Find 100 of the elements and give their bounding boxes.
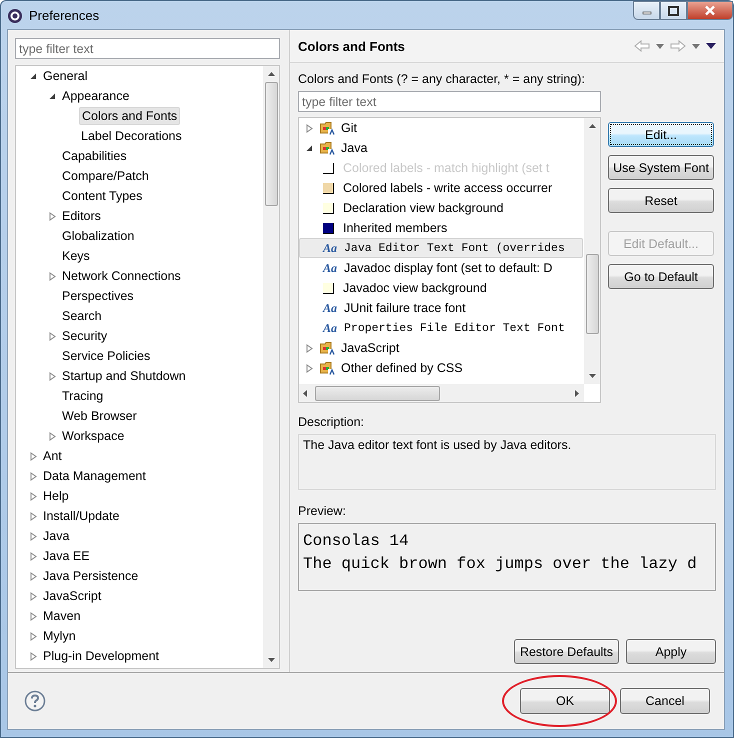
- side-button[interactable]: Reset: [608, 188, 714, 213]
- tree-item[interactable]: Mylyn: [41, 629, 78, 643]
- forward-arrow-icon[interactable]: [670, 40, 686, 52]
- scroll-thumb[interactable]: [315, 386, 440, 400]
- expand-arrow-icon[interactable]: [30, 572, 37, 580]
- scroll-left-icon[interactable]: [303, 390, 307, 396]
- side-button[interactable]: Edit...: [608, 122, 714, 147]
- dialog-button[interactable]: Cancel: [620, 688, 710, 714]
- expand-arrow-icon[interactable]: [49, 432, 56, 440]
- tree-item[interactable]: Startup and Shutdown: [60, 369, 188, 383]
- tree-item[interactable]: Perspectives: [60, 289, 136, 303]
- tree-item[interactable]: Install/Update: [41, 509, 122, 523]
- tree-item[interactable]: Label Decorations: [79, 129, 184, 143]
- back-arrow-icon[interactable]: [634, 40, 650, 52]
- page-title: Colors and Fonts: [298, 38, 405, 54]
- tree-item[interactable]: Help: [41, 489, 71, 503]
- scroll-thumb[interactable]: [264, 82, 278, 206]
- expand-arrow-icon[interactable]: [49, 212, 56, 220]
- collapse-arrow-icon[interactable]: [49, 92, 56, 100]
- folder-font-icon: [320, 360, 336, 376]
- tree-item[interactable]: Security: [60, 329, 110, 343]
- expand-arrow-icon[interactable]: [30, 492, 37, 500]
- side-button[interactable]: Use System Font: [608, 155, 714, 180]
- expand-arrow-icon[interactable]: [30, 532, 37, 540]
- list-item[interactable]: Declaration view background: [299, 198, 583, 218]
- expand-arrow-icon[interactable]: [306, 344, 313, 352]
- expand-arrow-icon[interactable]: [30, 592, 37, 600]
- list-item[interactable]: Java: [299, 138, 583, 158]
- close-button[interactable]: [687, 1, 733, 20]
- expand-arrow-icon[interactable]: [306, 124, 313, 132]
- tree-item[interactable]: Java Persistence: [41, 569, 140, 583]
- list-item[interactable]: Git: [299, 118, 583, 138]
- expand-arrow-icon[interactable]: [30, 632, 37, 640]
- tree-item[interactable]: Maven: [41, 609, 83, 623]
- font-icon: Aa: [323, 320, 338, 336]
- expand-arrow-icon[interactable]: [49, 332, 56, 340]
- list-item[interactable]: Aa Javadoc display font (set to default: D: [299, 258, 583, 278]
- expand-arrow-icon[interactable]: [49, 372, 56, 380]
- tree-item[interactable]: Web Browser: [60, 409, 139, 423]
- app-icon: [7, 8, 23, 24]
- scroll-down-icon[interactable]: [268, 658, 274, 662]
- expand-arrow-icon[interactable]: [30, 512, 37, 520]
- scrollbar[interactable]: [263, 66, 279, 668]
- scrollbar[interactable]: [584, 118, 600, 384]
- minimize-button[interactable]: [633, 1, 660, 20]
- list-item[interactable]: Aa Java Editor Text Font (overrides: [299, 238, 583, 258]
- filter-field[interactable]: type filter text: [15, 38, 280, 59]
- collapse-arrow-icon[interactable]: [306, 144, 313, 152]
- dropdown-icon[interactable]: [656, 44, 664, 48]
- expand-arrow-icon[interactable]: [49, 272, 56, 280]
- tree-item[interactable]: Java: [41, 529, 72, 543]
- list-item[interactable]: Inherited members: [299, 218, 583, 238]
- side-button[interactable]: Go to Default: [608, 264, 714, 289]
- tree-item[interactable]: Colors and Fonts: [79, 107, 180, 125]
- tree-item[interactable]: Ant: [41, 449, 64, 463]
- page-button[interactable]: Apply: [626, 639, 716, 664]
- tree-item[interactable]: Keys: [60, 249, 92, 263]
- tree-item[interactable]: JavaScript: [41, 589, 104, 603]
- collapse-arrow-icon[interactable]: [30, 72, 37, 80]
- tree-item[interactable]: Service Policies: [60, 349, 152, 363]
- scroll-up-icon[interactable]: [588, 124, 596, 128]
- help-icon[interactable]: [24, 690, 46, 712]
- list-item[interactable]: JavaScript: [299, 338, 583, 358]
- scroll-up-icon[interactable]: [268, 72, 274, 76]
- page-button[interactable]: Restore Defaults: [514, 639, 619, 664]
- list-item[interactable]: Other defined by CSS: [299, 358, 583, 378]
- tree-item[interactable]: Search: [60, 309, 104, 323]
- scrollbar[interactable]: [299, 384, 584, 402]
- tree-item[interactable]: Network Connections: [60, 269, 183, 283]
- tree-item[interactable]: Globalization: [60, 229, 136, 243]
- list-item[interactable]: Colored labels - write access occurrer: [299, 178, 583, 198]
- tree-item[interactable]: Compare/Patch: [60, 169, 151, 183]
- tree-item[interactable]: Workspace: [60, 429, 126, 443]
- expand-arrow-icon[interactable]: [30, 452, 37, 460]
- tree-item[interactable]: Data Management: [41, 469, 148, 483]
- list-item[interactable]: Javadoc view background: [299, 278, 583, 298]
- maximize-button[interactable]: [660, 1, 687, 20]
- expand-arrow-icon[interactable]: [306, 364, 313, 372]
- tree-item[interactable]: Tracing: [60, 389, 106, 403]
- expand-arrow-icon[interactable]: [30, 552, 37, 560]
- tree-item[interactable]: Editors: [60, 209, 103, 223]
- expand-arrow-icon[interactable]: [30, 652, 37, 660]
- list-item[interactable]: Aa Properties File Editor Text Font: [299, 318, 583, 338]
- scroll-down-icon[interactable]: [588, 374, 596, 378]
- tree-item[interactable]: Java EE: [41, 549, 92, 563]
- maximize-icon: [668, 6, 679, 16]
- scroll-right-icon[interactable]: [575, 390, 579, 396]
- expand-arrow-icon[interactable]: [30, 612, 37, 620]
- scroll-thumb[interactable]: [586, 254, 598, 334]
- view-menu-icon[interactable]: [706, 43, 716, 49]
- tree-item[interactable]: Capabilities: [60, 149, 129, 163]
- tree-item[interactable]: Plug-in Development: [41, 649, 162, 663]
- dropdown-icon[interactable]: [692, 44, 700, 48]
- filter-field[interactable]: type filter text: [298, 91, 601, 112]
- dialog-button[interactable]: OK: [520, 688, 610, 714]
- expand-arrow-icon[interactable]: [30, 472, 37, 480]
- tree-item[interactable]: General: [41, 69, 90, 83]
- tree-item[interactable]: Content Types: [60, 189, 144, 203]
- tree-item[interactable]: Appearance: [60, 89, 132, 103]
- list-item[interactable]: Aa JUnit failure trace font: [299, 298, 583, 318]
